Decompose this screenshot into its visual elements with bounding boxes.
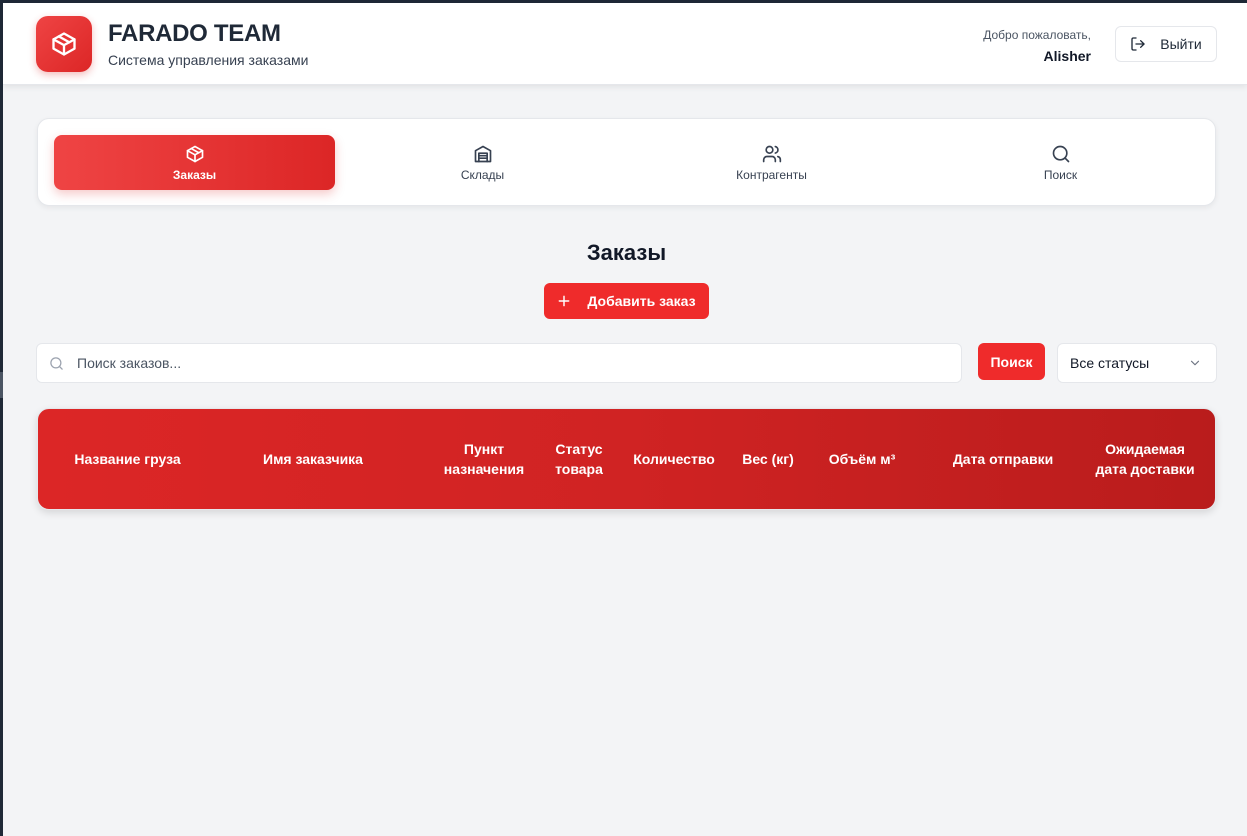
logout-label: Выйти [1160,36,1202,52]
column-header-status[interactable]: Статус товара [548,409,610,509]
tab-warehouses[interactable]: Склады [342,135,623,190]
column-header-weight[interactable]: Вес (кг) [732,409,804,509]
search-button[interactable]: Поиск [978,343,1045,380]
search-input[interactable] [77,344,947,382]
username: Alisher [1043,48,1091,64]
tab-counterparties[interactable]: Контрагенты [631,135,912,190]
box-icon [186,145,203,162]
column-header-customer-name[interactable]: Имя заказчика [238,409,388,509]
tab-orders[interactable]: Заказы [54,135,335,190]
brand-title: FARADO TEAM [108,20,281,47]
logout-button[interactable]: Выйти [1115,26,1217,62]
tab-label: Заказы [172,167,217,182]
column-header-ship-date[interactable]: Дата отправки [933,409,1073,509]
search-box [36,343,962,383]
plus-icon [559,295,570,307]
logout-icon [1131,37,1145,51]
brand-subtitle: Система управления заказами [108,52,309,68]
column-header-expected-delivery[interactable]: Ожидаемая дата доставки [1090,409,1200,509]
users-icon [762,145,781,162]
main-nav: Заказы Склады Контрагенты Поиск [37,118,1216,206]
welcome-label: Добро пожаловать, [983,28,1091,42]
page-title: Заказы [586,240,667,265]
column-header-cargo-name[interactable]: Название груза [56,409,199,509]
app-logo [36,16,92,72]
tab-label: Контрагенты [736,167,807,182]
box-icon [52,32,76,56]
column-header-quantity[interactable]: Количество [624,409,724,509]
chevron-down-icon [1190,360,1200,366]
welcome-block: Добро пожаловать, Alisher [983,28,1091,64]
column-header-destination[interactable]: Пункт назначения [434,409,534,509]
column-header-volume[interactable]: Объём м³ [814,409,910,509]
orders-table: Название груза Имя заказчика Пункт назна… [37,408,1216,510]
status-filter-select[interactable]: Все статусы [1057,343,1217,383]
tab-label: Склады [460,167,505,182]
search-icon [50,357,63,370]
add-order-button[interactable]: Добавить заказ [544,283,709,319]
window-edge-marker [0,372,3,398]
app-header: FARADO TEAM Система управления заказами … [3,3,1247,85]
search-icon [1052,145,1069,162]
add-order-label: Добавить заказ [587,293,696,309]
tab-label: Поиск [1043,167,1078,182]
status-filter-value: Все статусы [1070,355,1150,371]
tab-search[interactable]: Поиск [920,135,1201,190]
warehouse-icon [474,145,491,162]
